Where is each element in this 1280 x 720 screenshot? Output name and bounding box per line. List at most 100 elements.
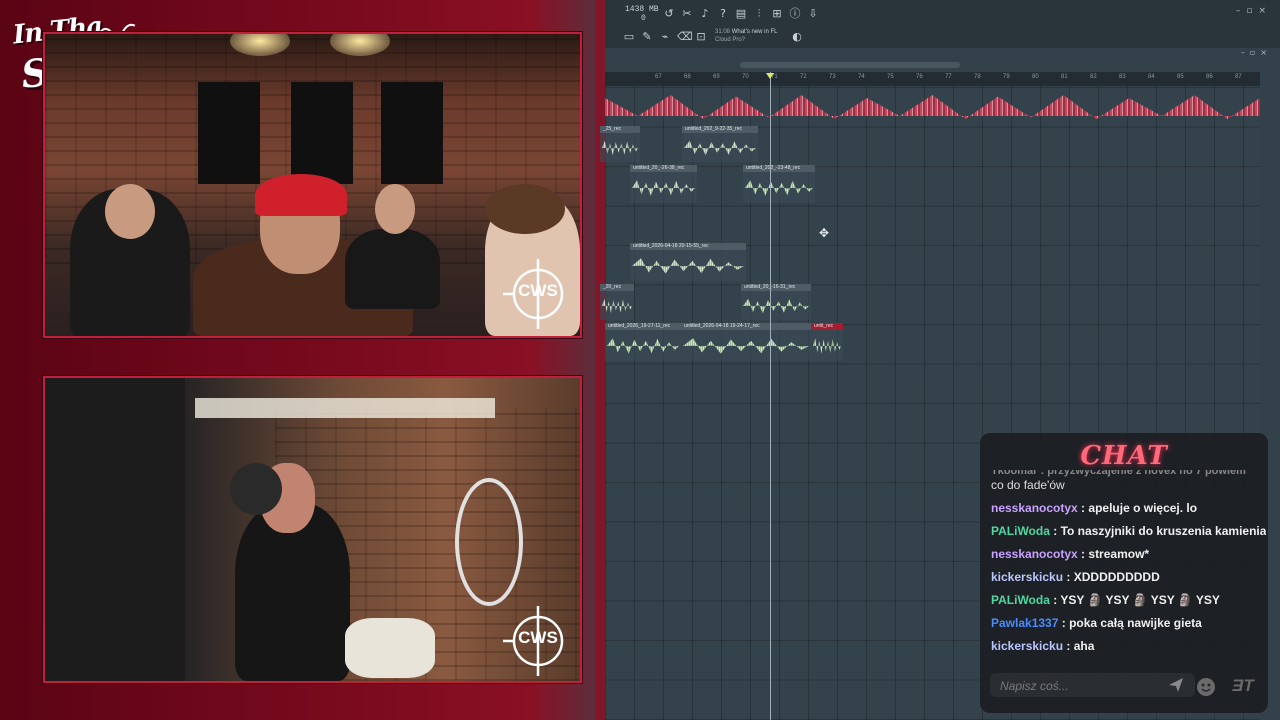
chat-input[interactable] bbox=[998, 677, 1152, 695]
chat-message: nesskanocotyx : apeluje o więcej. lo bbox=[991, 501, 1266, 515]
chat-username[interactable]: Pawlak1337 bbox=[991, 616, 1058, 630]
playhead-line[interactable] bbox=[770, 72, 771, 720]
chat-message: nesskanocotyx : streamow* bbox=[991, 547, 1266, 561]
info-icon[interactable]: ⓘ bbox=[789, 8, 801, 20]
ruler-tick: 82 bbox=[1090, 74, 1097, 80]
mic-icon[interactable]: ♪ bbox=[699, 8, 711, 20]
daw-toolbar: 1438 MB 0 ↺ ✂ ♪ ? ▤ ⫶ ⊞ ⓘ ⇩ ▭ ✎ ⌁ ⌫ ⊡ 31… bbox=[605, 0, 1280, 48]
audio-clip[interactable]: untitled_2026_19-27-11_rec bbox=[605, 323, 681, 361]
pencil-icon[interactable]: ✎ bbox=[641, 31, 653, 43]
news-text2: Cloud Pro? bbox=[715, 37, 746, 43]
brand-logo: ƎT bbox=[1232, 676, 1254, 695]
clip-waveform bbox=[632, 180, 695, 196]
ruler-tick: 68 bbox=[684, 74, 691, 80]
cws-text: CWS bbox=[518, 281, 558, 300]
ruler-tick: 81 bbox=[1061, 74, 1068, 80]
booth-wall bbox=[45, 378, 185, 681]
send-icon[interactable] bbox=[1167, 676, 1185, 694]
ruler-tick: 69 bbox=[713, 74, 720, 80]
cart-icon[interactable]: ⊡ bbox=[695, 31, 707, 43]
person-far-right-hair bbox=[485, 184, 565, 234]
move-cursor-icon: ✥ bbox=[819, 226, 830, 240]
chat-partial-line2: co do fade'ów bbox=[991, 478, 1065, 492]
news-ticker[interactable]: 31:08 What's new in FL Cloud Pro? bbox=[715, 28, 778, 44]
memory-meter: 1438 MB 0 bbox=[625, 5, 659, 23]
acoustic-panel bbox=[381, 82, 443, 184]
export-icon[interactable]: ⇩ bbox=[807, 8, 819, 20]
chat-messages: Tkoomar : przyzwyczajenie z novex no 7 p… bbox=[991, 470, 1266, 660]
ruler-tick: 85 bbox=[1177, 74, 1184, 80]
ruler-tick: 86 bbox=[1206, 74, 1213, 80]
ruler-tick: 83 bbox=[1119, 74, 1126, 80]
audio-clip[interactable]: untitled_2026-04-18 20-15-55_rec bbox=[630, 243, 746, 281]
person-right-head bbox=[375, 184, 415, 234]
undo-icon[interactable]: ↺ bbox=[663, 8, 675, 20]
audio-clip[interactable]: untitled_2026-04-18 19-24-17_rec bbox=[681, 323, 811, 361]
chair bbox=[345, 618, 435, 678]
ruler-tick: 76 bbox=[916, 74, 923, 80]
playlist-window-controls[interactable]: –▫× bbox=[1241, 48, 1272, 57]
chat-username[interactable]: kickerskicku bbox=[991, 570, 1063, 584]
chat-username[interactable]: PALiWoda bbox=[991, 593, 1050, 607]
chat-partial-line1: Tkoomar : przyzwyczajenie z novex no 7 p… bbox=[991, 470, 1246, 477]
chat-separator: : bbox=[1077, 501, 1089, 515]
emoji-icon[interactable] bbox=[1196, 677, 1216, 697]
timeline-ruler[interactable]: 67 68 69 70 71 72 73 74 75 76 77 78 79 80 81 82 83 84 85 86… bbox=[605, 72, 1260, 86]
person-right bbox=[345, 229, 440, 309]
chat-username[interactable]: nesskanocotyx bbox=[991, 547, 1078, 561]
chat-text: To naszyjniki do kruszenia kamienia bbox=[1060, 524, 1266, 538]
person-left-head bbox=[105, 184, 155, 239]
audio-clip[interactable]: untit_rec bbox=[811, 323, 843, 361]
audio-clip[interactable]: untitled_20_-26-38_rec bbox=[630, 165, 697, 203]
chat-message: Pawlak1337 : poka całą nawijke gieta bbox=[991, 616, 1266, 630]
settings-icon[interactable]: ◐ bbox=[791, 31, 803, 43]
memory-value: 1438 MB bbox=[625, 5, 659, 14]
clip-waveform bbox=[813, 338, 841, 354]
chat-message-partial: Tkoomar : przyzwyczajenie z novex no 7 p… bbox=[991, 470, 1266, 492]
chat-title: CHAT bbox=[1080, 441, 1168, 471]
cws-watermark: CWS bbox=[503, 606, 573, 676]
chat-separator: : bbox=[1063, 639, 1074, 653]
cut-icon[interactable]: ✂ bbox=[681, 8, 693, 20]
chat-text: YSY 🗿 YSY 🗿 YSY 🗿 YSY bbox=[1060, 593, 1220, 607]
mixer-icon[interactable]: ⫶ bbox=[753, 8, 765, 20]
news-time: 31:08 bbox=[715, 29, 731, 35]
horizontal-scrollbar[interactable] bbox=[740, 62, 960, 68]
clip-label: _20_rec bbox=[600, 284, 634, 291]
clip-waveform bbox=[602, 140, 638, 156]
clip-label: untitled_20_-16-31_rec bbox=[741, 284, 811, 291]
audio-clip[interactable]: untitled_202_9-22-35_rec bbox=[682, 126, 758, 162]
clip-waveform bbox=[683, 338, 809, 354]
delete-icon[interactable]: ⌫ bbox=[677, 31, 693, 43]
plugin-icon[interactable]: ⊞ bbox=[771, 8, 783, 20]
stream-overlay: In Tha Studio! CWS CW bbox=[0, 0, 655, 720]
window-controls[interactable]: –▫× bbox=[1236, 6, 1272, 16]
audio-clip[interactable]: _25_rec bbox=[600, 126, 640, 162]
clip-waveform bbox=[745, 180, 813, 196]
audio-clip[interactable]: untitled_20_-16-31_rec bbox=[741, 284, 811, 320]
ruler-tick: 74 bbox=[858, 74, 865, 80]
playhead-marker[interactable] bbox=[766, 73, 774, 79]
clip-label: untitled_2026-04-18 19-24-17_rec bbox=[681, 323, 811, 330]
chat-message: kickerskicku : aha bbox=[991, 639, 1266, 653]
audio-clip[interactable]: untitled_202_-23-48_rec bbox=[743, 165, 815, 203]
chat-separator: : bbox=[1049, 593, 1061, 607]
audio-clip[interactable]: _20_rec bbox=[600, 284, 634, 320]
chat-username[interactable]: kickerskicku bbox=[991, 639, 1063, 653]
ruler-tick: 73 bbox=[829, 74, 836, 80]
chat-message: kickerskicku : XDDDDDDDDD bbox=[991, 570, 1266, 584]
chat-username[interactable]: PALiWoda bbox=[991, 524, 1050, 538]
chat-separator: : bbox=[1063, 570, 1074, 584]
webcam-vocal-booth: CWS bbox=[43, 376, 582, 683]
chat-input-box[interactable] bbox=[990, 673, 1195, 697]
save-icon[interactable]: ▤ bbox=[735, 8, 747, 20]
chat-text: streamow* bbox=[1088, 547, 1150, 561]
help-icon[interactable]: ? bbox=[717, 8, 729, 20]
clip-waveform bbox=[632, 258, 744, 274]
chat-panel: CHAT Tkoomar : przyzwyczajenie z novex n… bbox=[980, 433, 1268, 713]
folder-icon[interactable]: ▭ bbox=[623, 31, 635, 43]
brush-icon[interactable]: ⌁ bbox=[659, 31, 671, 43]
acoustic-panel bbox=[198, 82, 260, 184]
chat-message: PALiWoda : To naszyjniki do kruszenia ka… bbox=[991, 524, 1266, 538]
chat-username[interactable]: nesskanocotyx bbox=[991, 501, 1078, 515]
